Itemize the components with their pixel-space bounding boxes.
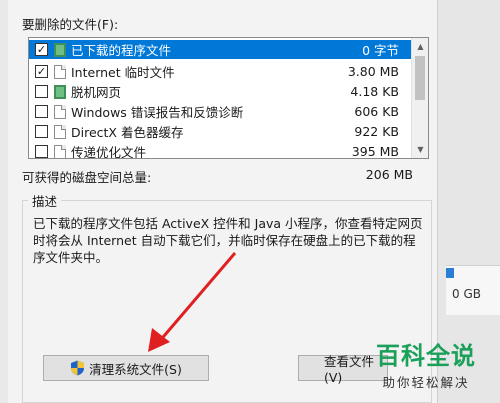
file-size: 395 MB (351, 144, 399, 159)
green-folder-icon (54, 42, 66, 57)
watermark-main: 百科全说 (376, 342, 476, 370)
scroll-down-icon[interactable]: ▼ (412, 141, 428, 158)
checkbox-directx-shader-cache[interactable] (35, 125, 48, 138)
file-size: 4.18 KB (350, 84, 399, 99)
checkbox-windows-error-reports[interactable] (35, 105, 48, 118)
file-name: DirectX 着色器缓存 (71, 125, 184, 140)
clean-system-files-button[interactable]: 清理系统文件(S) (43, 355, 209, 381)
description-title: 描述 (28, 191, 62, 210)
file-name: 传递优化文件 (71, 145, 147, 159)
file-row-windows-error-reports[interactable]: Windows 错误报告和反馈诊断 606 KB (29, 102, 411, 121)
files-list[interactable]: ✓ 已下载的程序文件 0 字节 ✓ Internet 临时文件 3.80 MB … (28, 37, 429, 159)
total-space-value: 206 MB (365, 167, 413, 182)
scroll-up-icon[interactable]: ▲ (412, 38, 428, 55)
clean-system-files-label: 清理系统文件(S) (89, 361, 182, 377)
checkbox-downloaded-programs[interactable]: ✓ (35, 43, 48, 56)
file-row-directx-shader-cache[interactable]: DirectX 着色器缓存 922 KB (29, 122, 411, 141)
file-size: 3.80 MB (347, 64, 399, 79)
file-name: Internet 临时文件 (71, 65, 175, 80)
file-row-internet-temp[interactable]: ✓ Internet 临时文件 3.80 MB (29, 62, 411, 81)
watermark-sub: 助你轻松解决 (382, 375, 470, 390)
file-size: 0 字节 (362, 43, 399, 58)
file-icon (54, 104, 66, 119)
checkbox-internet-temp[interactable]: ✓ (35, 65, 48, 78)
checkbox-delivery-optimization[interactable] (35, 145, 48, 158)
file-row-delivery-optimization[interactable]: 传递优化文件 395 MB (29, 142, 411, 159)
file-name: 已下载的程序文件 (71, 43, 172, 58)
file-icon (54, 144, 66, 158)
file-icon (54, 124, 66, 139)
background-usage-bar (446, 268, 454, 278)
files-to-delete-label: 要删除的文件(F): (22, 17, 119, 32)
file-row-offline-pages[interactable]: 脱机网页 4.18 KB (29, 82, 411, 101)
checkbox-offline-pages[interactable] (35, 85, 48, 98)
file-size: 606 KB (354, 104, 399, 119)
background-size-text: 0 GB (452, 287, 481, 301)
total-space-label: 可获得的磁盘空间总量: (22, 170, 152, 185)
file-name: 脱机网页 (71, 85, 122, 100)
lock-file-icon (54, 64, 66, 79)
file-row-downloaded-programs[interactable]: ✓ 已下载的程序文件 0 字节 (29, 40, 411, 59)
file-size: 922 KB (354, 124, 399, 139)
green-folder-icon (54, 84, 66, 99)
view-files-button[interactable]: 查看文件(V) (298, 354, 388, 385)
watermark: 百科全说 助你轻松解决 (376, 342, 476, 391)
scroll-thumb[interactable] (415, 56, 425, 100)
red-pointer-arrow (148, 252, 237, 352)
file-name: Windows 错误报告和反馈诊断 (71, 105, 244, 120)
uac-shield-icon (71, 360, 85, 376)
list-scrollbar[interactable]: ▲ ▼ (411, 38, 428, 158)
